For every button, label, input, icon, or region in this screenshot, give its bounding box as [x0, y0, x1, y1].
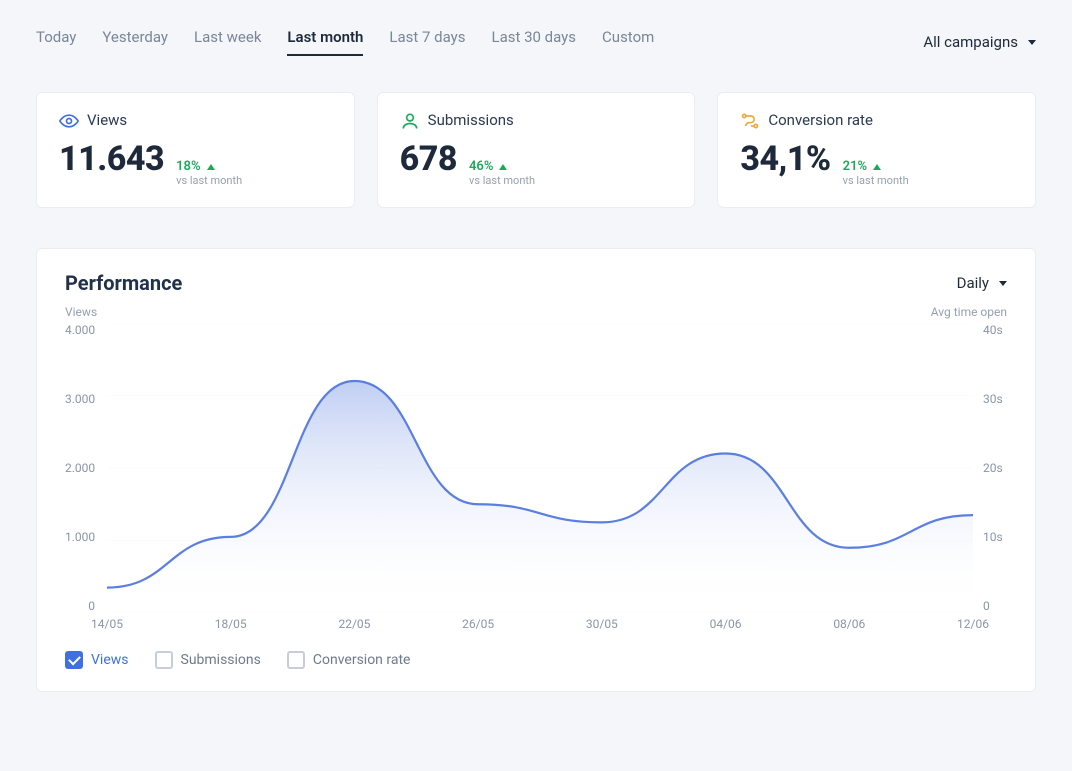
- legend-label: Conversion rate: [313, 652, 411, 668]
- user-icon: [400, 111, 418, 129]
- arrow-up-icon: [499, 164, 507, 170]
- campaign-filter-dropdown[interactable]: All campaigns: [923, 33, 1036, 51]
- kpi-delta-pct: 18%: [176, 159, 200, 174]
- kpi-card-submissions[interactable]: Submissions 678 46% vs last month: [377, 92, 696, 208]
- y-right-tick: 30s: [983, 392, 1007, 406]
- y-right-tick: 10s: [983, 530, 1007, 544]
- legend-item-views[interactable]: Views: [65, 651, 129, 669]
- x-tick: 04/06: [710, 617, 742, 631]
- tab-last-30-days[interactable]: Last 30 days: [491, 28, 576, 56]
- arrow-up-icon: [207, 164, 215, 170]
- kpi-delta: 18% vs last month: [176, 159, 242, 187]
- kpi-card-conversion-rate[interactable]: Conversion rate 34,1% 21% vs last month: [717, 92, 1036, 208]
- kpi-delta-sub: vs last month: [176, 174, 242, 187]
- x-tick: 08/06: [833, 617, 865, 631]
- kpi-delta-pct: 21%: [843, 159, 867, 174]
- performance-panel: Performance Daily Views Avg time open 4.…: [36, 248, 1036, 692]
- tab-custom[interactable]: Custom: [602, 28, 654, 56]
- x-tick: 26/05: [462, 617, 494, 631]
- kpi-title: Submissions: [428, 111, 514, 129]
- legend-label: Views: [91, 652, 129, 668]
- tab-last-7-days[interactable]: Last 7 days: [389, 28, 465, 56]
- panel-title: Performance: [65, 271, 182, 295]
- legend-label: Submissions: [181, 652, 261, 668]
- chevron-down-icon: [999, 281, 1007, 286]
- kpi-title: Conversion rate: [768, 111, 873, 129]
- topbar: Today Yesterday Last week Last month Last 7 …: [36, 28, 1036, 56]
- time-range-tabs: Today Yesterday Last week Last month Last 7 …: [36, 28, 654, 56]
- kpi-card-views[interactable]: Views 11.643 18% vs last month: [36, 92, 355, 208]
- kpi-delta-pct: 46%: [469, 159, 493, 174]
- legend: Views Submissions Conversion rate: [65, 651, 1007, 669]
- tab-yesterday[interactable]: Yesterday: [102, 28, 168, 56]
- granularity-label: Daily: [957, 274, 989, 292]
- kpi-value: 678: [400, 139, 457, 179]
- checkbox-icon: [155, 651, 173, 669]
- checkbox-icon: [65, 651, 83, 669]
- kpi-title: Views: [87, 111, 127, 129]
- arrow-up-icon: [873, 164, 881, 170]
- kpi-delta: 21% vs last month: [843, 159, 909, 187]
- campaign-filter-label: All campaigns: [923, 33, 1018, 51]
- tab-today[interactable]: Today: [36, 28, 76, 56]
- funnel-icon: [740, 111, 758, 129]
- chevron-down-icon: [1028, 40, 1036, 45]
- eye-icon: [59, 111, 77, 129]
- x-tick: 14/05: [91, 617, 123, 631]
- kpi-delta-sub: vs last month: [469, 174, 535, 187]
- y-right-axis-label: Avg time open: [931, 305, 1007, 319]
- y-left-tick: 4.000: [65, 323, 95, 337]
- checkbox-icon: [287, 651, 305, 669]
- legend-item-submissions[interactable]: Submissions: [155, 651, 261, 669]
- x-tick: 18/05: [215, 617, 247, 631]
- y-left-tick: 0: [65, 599, 95, 613]
- x-tick: 30/05: [586, 617, 618, 631]
- y-right-tick: 40s: [983, 323, 1007, 337]
- tab-last-week[interactable]: Last week: [194, 28, 261, 56]
- x-tick: 12/06: [957, 617, 989, 631]
- kpi-cards: Views 11.643 18% vs last month Submissio…: [36, 92, 1036, 208]
- y-right-tick: 20s: [983, 461, 1007, 475]
- legend-item-conversion-rate[interactable]: Conversion rate: [287, 651, 411, 669]
- y-right-tick: 0: [983, 599, 1007, 613]
- chart: 4.000 3.000 2.000 1.000 0 40s 30s 20s 10s 0 14/0…: [65, 323, 1007, 633]
- kpi-delta-sub: vs last month: [843, 174, 909, 187]
- y-left-tick: 1.000: [65, 530, 95, 544]
- y-left-axis-label: Views: [65, 305, 97, 319]
- kpi-value: 34,1%: [740, 139, 830, 179]
- x-tick: 22/05: [338, 617, 370, 631]
- y-left-tick: 3.000: [65, 392, 95, 406]
- granularity-dropdown[interactable]: Daily: [957, 274, 1007, 292]
- y-left-tick: 2.000: [65, 461, 95, 475]
- tab-last-month[interactable]: Last month: [287, 28, 363, 56]
- kpi-value: 11.643: [59, 139, 164, 179]
- kpi-delta: 46% vs last month: [469, 159, 535, 187]
